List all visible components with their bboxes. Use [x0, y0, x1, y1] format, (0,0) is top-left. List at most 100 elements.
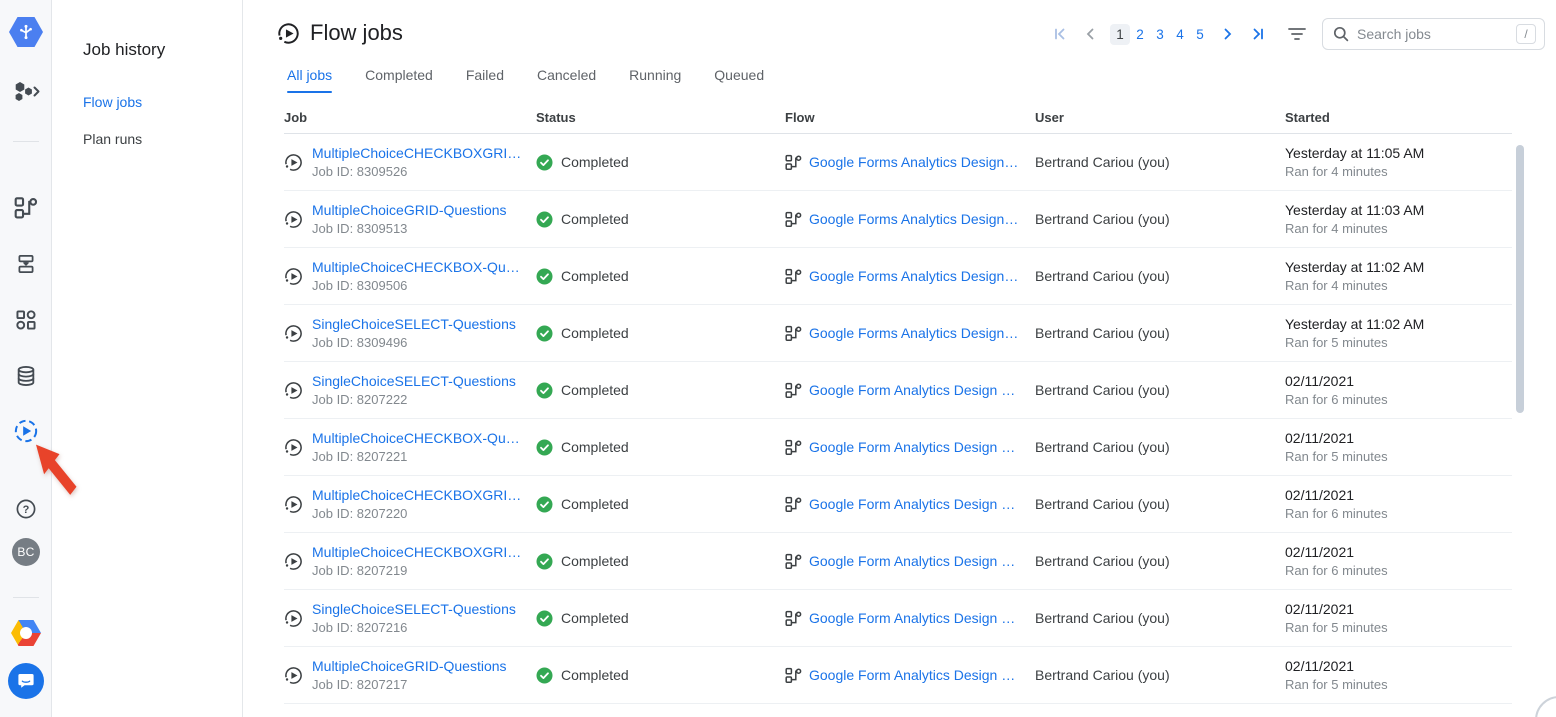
sidebar-item-flow-jobs[interactable]: Flow jobs	[83, 94, 242, 110]
status-completed-icon	[536, 610, 553, 627]
job-cell: MultipleChoiceGRID-Questions Job ID: 820…	[284, 658, 536, 692]
tab-all-jobs[interactable]: All jobs	[287, 67, 332, 93]
status-cell: Completed	[536, 496, 785, 513]
status-completed-icon	[536, 268, 553, 285]
flow-link[interactable]: Google Form Analytics Design P…	[809, 667, 1021, 683]
dataprep-logo[interactable]	[0, 15, 52, 49]
last-page-icon[interactable]	[1246, 22, 1270, 46]
flow-link[interactable]: Google Form Analytics Design P…	[809, 553, 1021, 569]
table-scrollbar[interactable]	[1516, 145, 1524, 413]
flow-icon	[785, 211, 802, 228]
started-time: 02/11/2021	[1285, 544, 1512, 560]
page-title: Flow jobs	[310, 20, 403, 46]
job-name-link[interactable]: MultipleChoiceCHECKBOXGRID-…	[312, 487, 522, 503]
run-duration: Ran for 5 minutes	[1285, 677, 1512, 692]
user-name: Bertrand Cariou (you)	[1035, 610, 1285, 626]
user-name: Bertrand Cariou (you)	[1035, 211, 1285, 227]
flow-jobs-icon	[277, 22, 300, 45]
flow-link[interactable]: Google Forms Analytics Design …	[809, 268, 1021, 284]
status-completed-icon	[536, 667, 553, 684]
job-name-link[interactable]: MultipleChoiceCHECKBOX-Que…	[312, 259, 522, 275]
job-history-icon[interactable]	[0, 418, 52, 444]
first-page-icon[interactable]	[1048, 22, 1072, 46]
previous-page-icon[interactable]	[1078, 22, 1102, 46]
sidebar-item-plan-runs[interactable]: Plan runs	[83, 131, 242, 147]
table-row: SingleChoiceSELECT-Questions Job ID: 820…	[284, 590, 1512, 647]
job-run-icon	[284, 210, 303, 229]
job-name-link[interactable]: MultipleChoiceCHECKBOX-Que…	[312, 430, 522, 446]
status-label: Completed	[561, 325, 629, 341]
job-run-icon	[284, 552, 303, 571]
job-name-link[interactable]: MultipleChoiceCHECKBOXGRID-…	[312, 544, 522, 560]
library-icon[interactable]	[0, 308, 52, 332]
search-input[interactable]	[1357, 26, 1516, 42]
user-name: Bertrand Cariou (you)	[1035, 553, 1285, 569]
flow-icon	[785, 382, 802, 399]
tab-queued[interactable]: Queued	[714, 67, 764, 93]
rail-divider-top	[13, 141, 39, 142]
tab-running[interactable]: Running	[629, 67, 681, 93]
search-icon	[1333, 26, 1349, 42]
job-id: Job ID: 8309513	[312, 221, 507, 236]
job-cell: MultipleChoiceCHECKBOXGRID-… Job ID: 830…	[284, 145, 536, 179]
job-name-link[interactable]: MultipleChoiceGRID-Questions	[312, 202, 507, 218]
started-cell: Yesterday at 11:02 AM Ran for 4 minutes	[1285, 259, 1512, 293]
job-history-sidebar: Job history Flow jobsPlan runs	[52, 0, 243, 717]
chat-support-button[interactable]	[0, 663, 52, 699]
flows-icon[interactable]	[0, 196, 52, 220]
status-cell: Completed	[536, 439, 785, 456]
job-run-icon	[284, 381, 303, 400]
flow-icon	[785, 325, 802, 342]
status-completed-icon	[536, 211, 553, 228]
page-number-5[interactable]: 5	[1190, 24, 1210, 45]
job-name-link[interactable]: SingleChoiceSELECT-Questions	[312, 373, 516, 389]
job-name-link[interactable]: SingleChoiceSELECT-Questions	[312, 601, 516, 617]
workspace-switcher-icon[interactable]	[0, 78, 52, 104]
tab-completed[interactable]: Completed	[365, 67, 433, 93]
plans-icon[interactable]	[0, 252, 52, 276]
next-page-icon[interactable]	[1216, 22, 1240, 46]
page-number-3[interactable]: 3	[1150, 24, 1170, 45]
flow-link[interactable]: Google Form Analytics Design P…	[809, 382, 1021, 398]
search-box[interactable]: /	[1322, 18, 1545, 50]
flow-link[interactable]: Google Form Analytics Design P…	[809, 496, 1021, 512]
table-row: SingleChoiceSELECT-Questions Job ID: 820…	[284, 362, 1512, 419]
flow-jobs-table: JobStatusFlowUserStarted MultipleChoiceC…	[284, 102, 1512, 704]
help-icon[interactable]: ?	[0, 498, 52, 520]
flow-cell: Google Forms Analytics Design …	[785, 268, 1035, 285]
started-cell: 02/11/2021 Ran for 6 minutes	[1285, 487, 1512, 521]
status-label: Completed	[561, 610, 629, 626]
column-header-status: Status	[536, 110, 785, 125]
avatar-initials: BC	[12, 538, 40, 566]
flow-link[interactable]: Google Form Analytics Design P…	[809, 610, 1021, 626]
started-time: Yesterday at 11:02 AM	[1285, 316, 1512, 332]
status-completed-icon	[536, 553, 553, 570]
status-cell: Completed	[536, 211, 785, 228]
job-name-link[interactable]: SingleChoiceSELECT-Questions	[312, 316, 516, 332]
job-cell: SingleChoiceSELECT-Questions Job ID: 820…	[284, 373, 536, 407]
job-text: MultipleChoiceCHECKBOX-Que… Job ID: 8309…	[312, 259, 522, 293]
tab-canceled[interactable]: Canceled	[537, 67, 596, 93]
page-number-1[interactable]: 1	[1110, 24, 1130, 45]
flow-link[interactable]: Google Form Analytics Design P…	[809, 439, 1021, 455]
google-cloud-icon[interactable]	[0, 619, 52, 647]
flow-link[interactable]: Google Forms Analytics Design …	[809, 154, 1021, 170]
user-name: Bertrand Cariou (you)	[1035, 496, 1285, 512]
job-cell: MultipleChoiceCHECKBOX-Que… Job ID: 8309…	[284, 259, 536, 293]
run-duration: Ran for 6 minutes	[1285, 563, 1512, 578]
user-name: Bertrand Cariou (you)	[1035, 382, 1285, 398]
started-time: 02/11/2021	[1285, 487, 1512, 503]
connections-icon[interactable]	[0, 364, 52, 388]
flow-link[interactable]: Google Forms Analytics Design …	[809, 325, 1021, 341]
user-avatar[interactable]: BC	[0, 538, 52, 566]
flow-link[interactable]: Google Forms Analytics Design …	[809, 211, 1021, 227]
page-number-4[interactable]: 4	[1170, 24, 1190, 45]
started-cell: 02/11/2021 Ran for 5 minutes	[1285, 658, 1512, 692]
job-text: SingleChoiceSELECT-Questions Job ID: 820…	[312, 373, 516, 407]
filter-icon[interactable]	[1284, 21, 1310, 47]
job-name-link[interactable]: MultipleChoiceCHECKBOXGRID-…	[312, 145, 522, 161]
column-header-started: Started	[1285, 110, 1512, 125]
job-name-link[interactable]: MultipleChoiceGRID-Questions	[312, 658, 507, 674]
page-number-2[interactable]: 2	[1130, 24, 1150, 45]
tab-failed[interactable]: Failed	[466, 67, 504, 93]
